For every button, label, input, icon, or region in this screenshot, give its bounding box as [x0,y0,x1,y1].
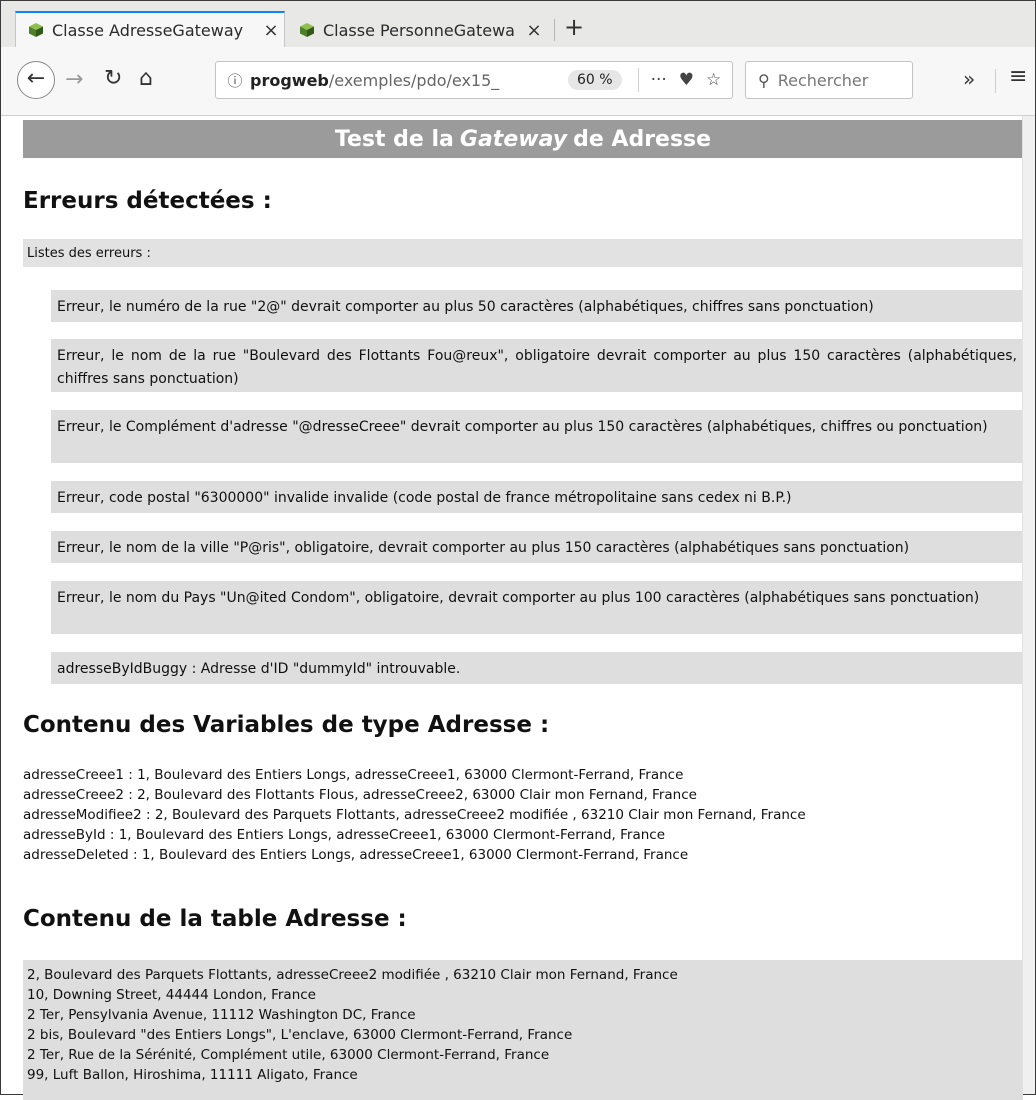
table-row: 2, Boulevard des Parquets Flottants, adr… [27,967,678,983]
tab-title: Classe PersonneGatewa [323,20,515,40]
error-item: Erreur, le nom de la ville "P@ris", obli… [51,531,1023,563]
error-item: Erreur, code postal "6300000" invalide i… [51,481,1023,513]
vertical-scrollbar[interactable] [1022,116,1035,1094]
table-row: 10, Downing Street, 44444 London, France [27,987,316,1003]
tab-adresse-gateway[interactable]: Classe AdresseGateway × [15,11,285,47]
variables-list: adresseCreee1 : 1, Boulevard des Entiers… [23,765,806,865]
errors-heading: Erreurs détectées : [23,188,272,214]
search-box[interactable]: ⚲ Rechercher [745,61,913,99]
url-host: progweb [250,70,329,90]
banner-suffix: de Adresse [573,126,712,152]
table-row: 99, Luft Ballon, Hiroshima, 11111 Aligat… [27,1067,358,1083]
cube-icon [29,23,43,37]
close-icon[interactable]: × [521,20,547,41]
url-text[interactable]: progweb/exemples/pdo/ex15_ [250,71,542,90]
error-item: adresseByIdBuggy : Adresse d'ID "dummyId… [51,652,1023,684]
table-row: 2 bis, Boulevard "des Entiers Longs", L'… [27,1027,573,1043]
url-bar[interactable]: ⓘ progweb/exemples/pdo/ex15_ 60 % ··· ♥ … [215,61,733,99]
overflow-chevron-icon[interactable]: » [963,67,975,91]
error-item: Erreur, le nom de la rue "Boulevard des … [51,339,1023,392]
home-icon[interactable]: ⌂ [139,66,153,91]
search-placeholder: Rechercher [777,70,869,90]
search-icon: ⚲ [758,70,770,90]
back-arrow-icon[interactable]: ← [17,61,55,99]
tab-title: Classe AdresseGateway [52,20,244,40]
errors-list-label: Listes des erreurs : [23,239,1023,267]
hamburger-menu-icon[interactable]: ≡ [1009,64,1027,89]
zoom-level-badge[interactable]: 60 % [568,70,622,90]
variable-line: adresseModifiee2 : 2, Boulevard des Parq… [23,807,806,823]
tab-personne-gateway[interactable]: Classe PersonneGatewa × [287,13,547,47]
banner-prefix: Test de la [334,126,454,152]
url-path: /exemples/pdo/ex15_ [328,70,500,90]
new-tab-plus-icon[interactable]: + [564,15,584,39]
reload-icon[interactable]: ↻ [104,66,122,91]
variables-heading: Contenu des Variables de type Adresse : [23,712,550,738]
info-icon[interactable]: ⓘ [220,70,250,91]
page-actions-icon[interactable]: ··· [651,70,667,90]
table-heading: Contenu de la table Adresse : [23,906,407,932]
table-row: 2 Ter, Rue de la Sérénité, Complément ut… [27,1047,550,1063]
adresse-table-contents: 2, Boulevard des Parquets Flottants, adr… [23,960,1023,1100]
page-content: Test de la Gateway de Adresse Erreurs dé… [1,116,1035,1100]
variable-line: adresseCreee2 : 2, Boulevard des Flottan… [23,787,697,803]
banner-emphasis: Gateway [459,126,568,152]
error-item: Erreur, le Complément d'adresse "@dresse… [51,410,1023,463]
tab-bar: Classe AdresseGateway × Classe PersonneG… [1,1,1035,47]
forward-arrow-icon[interactable]: → [65,67,83,92]
table-row: 2 Ter, Pensylvania Avenue, 11112 Washing… [27,1007,416,1023]
variable-line: adresseCreee1 : 1, Boulevard des Entiers… [23,767,684,783]
page-banner: Test de la Gateway de Adresse [23,120,1023,158]
error-item: Erreur, le nom du Pays "Un@ited Condom",… [51,581,1023,634]
bookmark-star-icon[interactable]: ☆ [706,70,721,90]
url-bar-separator [637,68,639,92]
variable-line: adresseDeleted : 1, Boulevard des Entier… [23,847,689,863]
navigation-toolbar: ← → ↻ ⌂ ⓘ progweb/exemples/pdo/ex15_ 60 … [1,47,1035,116]
cube-icon [300,23,314,37]
toolbar-separator [995,69,996,93]
tab-separator [554,19,555,41]
variable-line: adresseById : 1, Boulevard des Entiers L… [23,827,666,843]
pocket-icon[interactable]: ♥ [679,70,694,90]
error-item: Erreur, le numéro de la rue "2@" devrait… [51,290,1023,322]
close-icon[interactable]: × [258,20,284,41]
